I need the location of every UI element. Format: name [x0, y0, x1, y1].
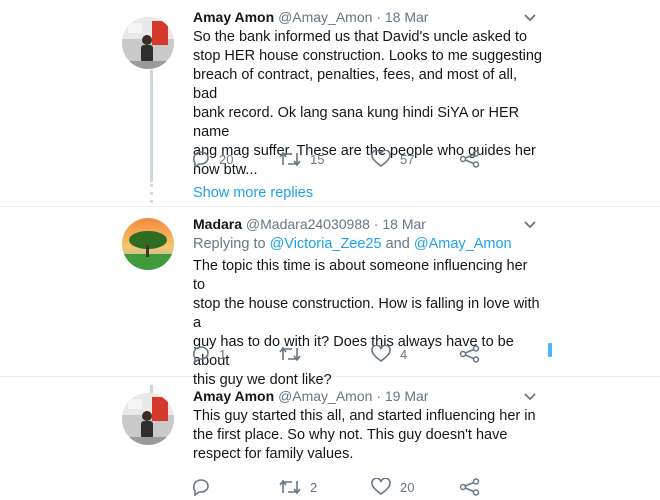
thread-line-bottom	[150, 385, 153, 393]
tweet-line: stop HER house construction. Looks to me…	[193, 48, 542, 64]
thread-dots	[150, 184, 153, 208]
like-count: 20	[400, 479, 415, 495]
tweet-header: Amay Amon @Amay_Amon · 18 Mar	[193, 9, 428, 25]
tweet-line: now btw...	[193, 162, 258, 178]
replying-to-label: Replying to	[193, 236, 266, 252]
retweet-button[interactable]: 2	[278, 478, 317, 496]
chevron-down-icon[interactable]	[523, 220, 537, 230]
divider	[0, 206, 660, 207]
author-name[interactable]: Amay Amon	[193, 9, 274, 25]
show-more-replies-link[interactable]: Show more replies	[193, 185, 313, 201]
avatar[interactable]	[122, 17, 174, 69]
timestamp[interactable]: 18 Mar	[382, 216, 426, 232]
chevron-down-icon[interactable]	[523, 13, 537, 23]
like-icon	[371, 478, 391, 495]
tweet-text: So the bank informed us that David's unc…	[193, 28, 543, 180]
like-icon	[371, 345, 391, 362]
reply-icon	[192, 151, 209, 168]
author-handle[interactable]: @Amay_Amon	[278, 9, 372, 25]
timestamp[interactable]: 18 Mar	[385, 9, 429, 25]
avatar[interactable]	[122, 218, 174, 270]
separator: ·	[376, 9, 381, 25]
scrollbar-thumb[interactable]	[548, 343, 552, 357]
replying-to: Replying to @Victoria_Zee25 and @Amay_Am…	[193, 236, 512, 252]
tweet-line: respect for family values.	[193, 446, 354, 462]
tweet-line: guy has to do with it? Does this always …	[193, 334, 514, 369]
reply-button[interactable]: 1	[191, 345, 226, 363]
tweet-text: The topic this time is about someone inf…	[193, 257, 543, 390]
share-button[interactable]	[459, 150, 481, 168]
share-icon	[459, 478, 480, 496]
thread-line-top	[150, 70, 153, 182]
like-count: 57	[400, 151, 415, 167]
tweet-text: This guy started this all, and started i…	[193, 407, 543, 464]
tweet-line: This guy started this all, and started i…	[193, 408, 536, 424]
separator: ·	[376, 388, 381, 404]
author-handle[interactable]: @Madara24030988	[246, 216, 370, 232]
retweet-button[interactable]	[278, 345, 310, 363]
mention-link[interactable]: @Victoria_Zee25	[270, 236, 382, 252]
tweet-line: ang mag suffer. These are the people who…	[193, 143, 536, 159]
tweet-line: So the bank informed us that David's unc…	[193, 29, 528, 45]
like-button[interactable]: 57	[370, 150, 414, 168]
mention-link[interactable]: @Amay_Amon	[414, 236, 512, 252]
separator: ·	[373, 216, 379, 232]
chevron-down-icon[interactable]	[523, 392, 537, 402]
tweet-line: stop the house construction. How is fall…	[193, 296, 540, 331]
author-name[interactable]: Amay Amon	[193, 388, 274, 404]
reply-count: 20	[219, 151, 234, 167]
like-icon	[371, 150, 391, 167]
retweet-count: 15	[310, 151, 325, 167]
tweet-line: The topic this time is about someone inf…	[193, 258, 528, 293]
author-handle[interactable]: @Amay_Amon	[278, 388, 372, 404]
reply-button[interactable]: 20	[191, 150, 233, 168]
share-icon	[459, 345, 480, 363]
share-button[interactable]	[459, 478, 481, 496]
replying-to-and: and	[385, 236, 410, 252]
reply-count: 1	[219, 346, 227, 362]
tweet-line: breach of contract, penalties, fees, and…	[193, 67, 518, 102]
avatar[interactable]	[122, 393, 174, 445]
timestamp[interactable]: 19 Mar	[385, 388, 429, 404]
like-button[interactable]: 20	[370, 478, 414, 496]
share-icon	[459, 150, 480, 168]
reply-button[interactable]	[191, 478, 219, 496]
share-button[interactable]	[459, 345, 481, 363]
retweet-icon	[279, 346, 301, 362]
retweet-button[interactable]: 15	[278, 150, 324, 168]
retweet-icon	[279, 151, 301, 167]
reply-icon	[192, 479, 209, 496]
tweet-header: Amay Amon @Amay_Amon · 19 Mar	[193, 388, 428, 404]
tweet-line: the first place. So why not. This guy do…	[193, 427, 508, 443]
tweet-line: bank record. Ok lang sana kung hindi SiY…	[193, 105, 520, 140]
tweet-header: Madara @Madara24030988 · 18 Mar	[193, 216, 426, 232]
like-button[interactable]: 4	[370, 345, 407, 363]
retweet-icon	[279, 479, 301, 495]
like-count: 4	[400, 346, 408, 362]
retweet-count: 2	[310, 479, 318, 495]
author-name[interactable]: Madara	[193, 216, 242, 232]
reply-icon	[192, 346, 209, 363]
